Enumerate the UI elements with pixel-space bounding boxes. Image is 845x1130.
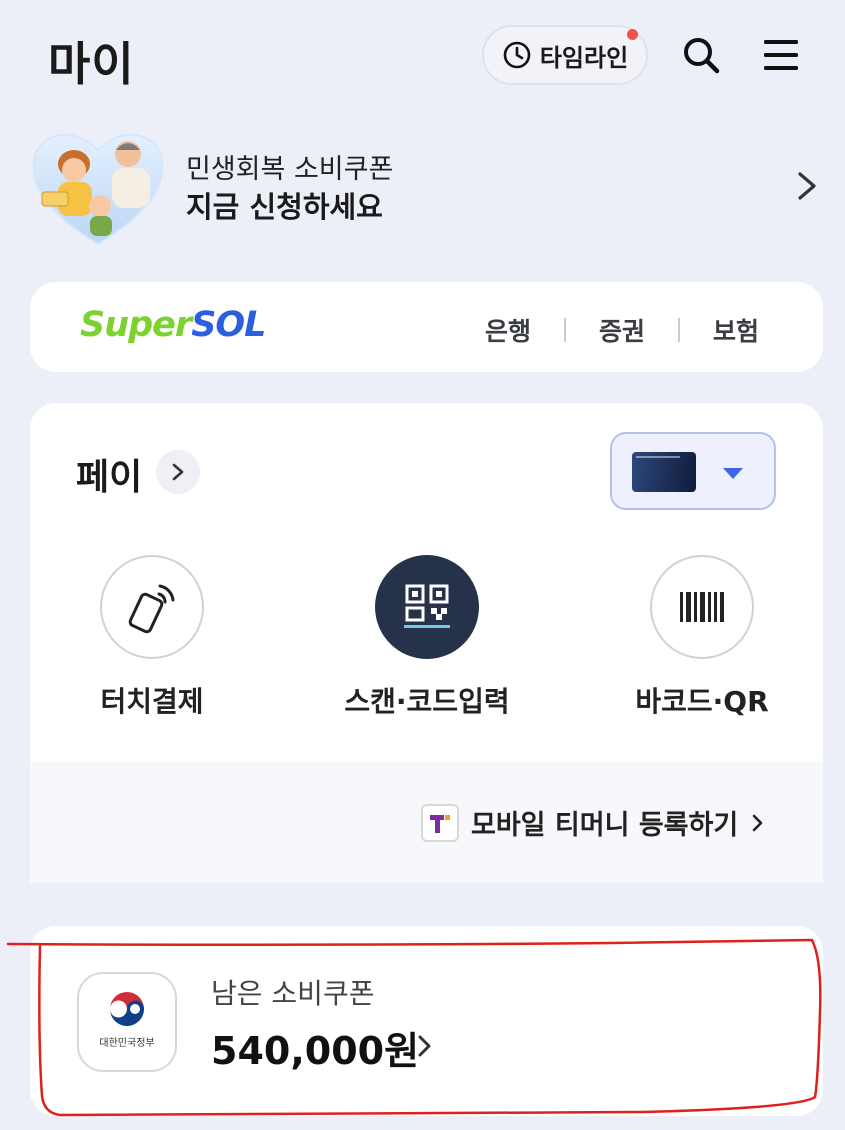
qr-scan-label[interactable]: 스캔·코드입력 [320,680,534,720]
page-title: 마이 [48,37,135,91]
qr-scan-icon [402,582,452,632]
coupon-label: 남은 소비쿠폰 [211,977,375,1010]
coupon-amount[interactable]: 540,000원 [211,1020,419,1075]
pay-title[interactable]: 페이 [76,448,142,500]
link-bank[interactable]: 은행 [485,312,531,348]
link-securities[interactable]: 증권 [599,312,645,348]
barcode-label[interactable]: 바코드·QR [622,680,782,720]
logo-sol-text: SOL [191,305,266,345]
chevron-right-icon[interactable] [414,1030,436,1066]
divider [563,318,566,342]
tmoney-register-link[interactable]: 모바일 티머니 등록하기 [421,803,766,842]
promo-subtitle[interactable]: 민생회복 소비쿠폰 [186,147,393,186]
timeline-button[interactable]: 타임라인 [482,25,648,85]
link-insurance[interactable]: 보험 [713,312,759,348]
timeline-label: 타임라인 [539,43,629,72]
barcode-button[interactable] [650,555,754,659]
card-thumbnail [632,452,696,492]
supersol-logo[interactable]: SuperSOL [80,305,266,345]
touch-pay-button[interactable] [100,555,204,659]
qr-scan-button[interactable] [375,555,479,659]
divider [677,318,680,342]
notification-dot [627,29,638,40]
pay-chevron-button[interactable] [156,450,200,494]
government-text: 대한민국정부 [99,1038,155,1049]
logo-super-text: Super [80,305,192,345]
card-selector-dropdown[interactable] [610,432,776,510]
clock-icon [502,40,532,70]
government-emblem: 대한민국정부 [77,972,177,1072]
touch-pay-label[interactable]: 터치결제 [72,680,232,720]
caret-down-icon [723,468,743,479]
promo-family-heart-image[interactable] [28,124,168,248]
promo-title[interactable]: 지금 신청하세요 [186,184,383,226]
chevron-right-icon[interactable] [790,166,824,206]
barcode-icon [678,590,726,624]
tmoney-label: 모바일 티머니 등록하기 [471,810,739,841]
menu-icon[interactable] [756,30,806,80]
affiliate-links: 은행 증권 보험 [485,312,759,348]
touch-pay-icon [125,580,179,634]
tmoney-icon [421,803,459,842]
chevron-right-icon [750,810,766,836]
search-icon[interactable] [676,30,726,80]
